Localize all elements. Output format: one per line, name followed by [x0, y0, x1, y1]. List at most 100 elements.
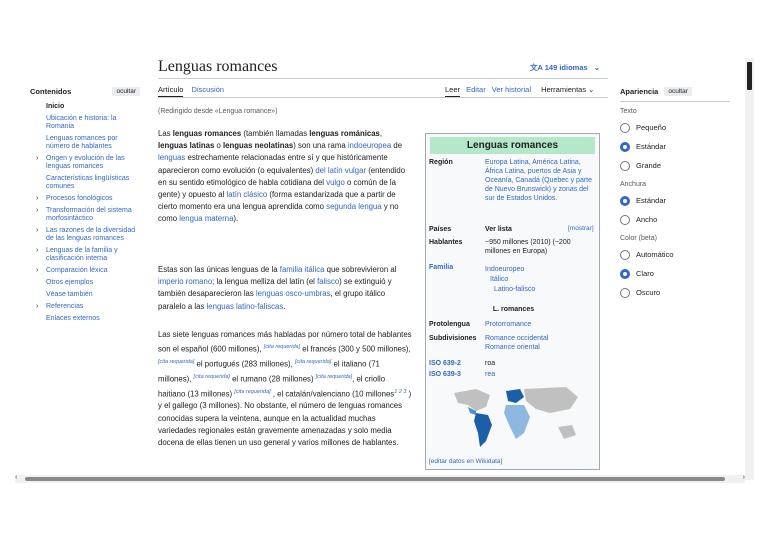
text-size-option-label: Pequeño [636, 123, 667, 132]
paragraph-italic: Estas son las únicas lenguas de la famil… [158, 265, 397, 311]
toc-item[interactable]: › Procesos fonológicos [30, 195, 140, 203]
tools-label: Herramientas [541, 85, 587, 94]
chevron-right-icon[interactable]: › [36, 303, 38, 311]
toc-item[interactable]: Véase también [30, 291, 140, 299]
color-radio[interactable] [620, 249, 630, 260]
chevron-right-icon[interactable]: › [36, 247, 38, 255]
width-option[interactable]: Ancho [620, 210, 730, 229]
tab-talk[interactable]: Discusión [192, 85, 225, 94]
language-button[interactable]: 文A 149 idiomas ⌄ [530, 62, 600, 73]
color-option[interactable]: Claro [620, 264, 730, 283]
scroll-left-icon[interactable]: ‹ [15, 474, 17, 481]
width-option-label: Ancho [636, 215, 658, 224]
infobox: Lenguas romances Región Europa Latina, A… [425, 133, 600, 470]
chevron-right-icon[interactable]: › [36, 195, 38, 203]
scroll-right-icon[interactable]: › [743, 474, 745, 481]
color-option-label: Automático [636, 250, 674, 259]
width-radio[interactable] [620, 214, 630, 225]
subdiv-0[interactable]: Romance occidental [485, 334, 597, 343]
family-2[interactable]: Latino-falisco [494, 285, 606, 294]
infobox-subheader: L. romances [492, 306, 535, 313]
toc-item[interactable]: Características lingüísticas comunes [30, 175, 140, 191]
text-size-option[interactable]: Estándar [620, 137, 730, 156]
tab-article[interactable]: Artículo [158, 85, 184, 97]
color-option[interactable]: Automático [620, 245, 730, 264]
appearance-panel: Apariencia ocultar Texto Pequeño Estándar… [620, 85, 730, 302]
toc-item-label: Otros ejemplos [46, 279, 94, 286]
iso2-label[interactable]: ISO 639-2 [429, 359, 461, 368]
toc-item[interactable]: Otros ejemplos [30, 279, 140, 287]
page-title: Lenguas romances [158, 58, 278, 75]
region-label: Región [429, 159, 453, 166]
toc-item[interactable]: › Las razones de la diversidad de las len… [30, 227, 140, 243]
view-tabs: Leer Editar Ver historial Herramientas ⌄ [441, 85, 594, 97]
tools-menu[interactable]: Herramientas ⌄ [537, 85, 594, 94]
countries-label: Países [429, 226, 452, 233]
world-map-image[interactable] [446, 381, 586, 451]
toc-item[interactable]: › Origen y evolución de las lenguas roman… [30, 155, 140, 171]
color-radio[interactable] [620, 268, 630, 279]
toc-hide-button[interactable]: ocultar [112, 86, 140, 96]
appearance-hide-button[interactable]: ocultar [664, 86, 692, 96]
table-of-contents: Contenidos ocultar Inicio Ubicación e his… [30, 85, 140, 323]
tab-edit[interactable]: Editar [466, 85, 486, 94]
speakers-value: ~950 millones (2010) (~200 millones en E… [485, 239, 571, 255]
paragraph-speakers: Las siete lenguas romances más habladas … [158, 330, 412, 447]
chevron-right-icon[interactable]: › [36, 207, 38, 215]
tabs-divider [158, 97, 608, 98]
text-size-options: Pequeño Estándar Grande [620, 118, 730, 175]
toc-item-label: Transformación del sistema morfosintácti… [46, 207, 132, 222]
edit-wikidata-link[interactable]: [editar datos en Wikidata] [429, 458, 502, 465]
toc-item-label: Las razones de la diversidad de las leng… [46, 227, 136, 242]
text-size-option-label: Estándar [636, 142, 667, 151]
subdiv-1[interactable]: Romance oriental [485, 343, 597, 352]
horizontal-scrollbar-thumb[interactable] [25, 477, 725, 481]
width-option[interactable]: Estándar [620, 191, 730, 210]
family-label[interactable]: Familia [429, 263, 453, 272]
width-radio[interactable] [620, 195, 630, 206]
text-size-option[interactable]: Grande [620, 156, 730, 175]
chevron-right-icon[interactable]: › [36, 267, 38, 275]
tab-history[interactable]: Ver historial [492, 85, 531, 94]
toc-title: Contenidos [30, 86, 72, 96]
color-option-label: Oscuro [636, 288, 661, 297]
text-size-radio[interactable] [620, 160, 630, 171]
chevron-right-icon[interactable]: › [36, 155, 38, 163]
vertical-scrollbar-thumb[interactable] [747, 62, 752, 90]
tab-read[interactable]: Leer [445, 85, 461, 97]
iso3-label[interactable]: ISO 639-3 [429, 370, 461, 379]
toc-item[interactable]: › Comparación léxica [30, 267, 140, 275]
appearance-divider [620, 101, 730, 102]
family-1[interactable]: Itálico [490, 275, 602, 284]
color-option[interactable]: Oscuro [620, 283, 730, 302]
namespace-tabs: Artículo Discusión [158, 85, 230, 97]
toc-item[interactable]: › Lenguas de la familia y clasificación i… [30, 247, 140, 263]
toc-item[interactable]: Inicio [30, 103, 140, 111]
text-size-label: Texto [620, 108, 637, 115]
text-size-radio[interactable] [620, 122, 630, 133]
infobox-title: Lenguas romances [430, 137, 595, 154]
toc-item-label: Lenguas de la familia y clasificación in… [46, 247, 118, 262]
translate-icon: 文A [530, 63, 543, 72]
horizontal-scrollbar[interactable]: ‹ › [15, 474, 745, 483]
toc-item[interactable]: › Referencias [30, 303, 140, 311]
chevron-right-icon[interactable]: › [36, 227, 38, 235]
countries-show-button[interactable]: [mostrar] [568, 225, 594, 232]
text-size-radio[interactable] [620, 141, 630, 152]
proto-value[interactable]: Protorromance [485, 320, 597, 329]
family-0[interactable]: Indoeuropeo [485, 265, 597, 274]
region-value[interactable]: Europa Latina, América Latina, África La… [485, 158, 597, 203]
toc-item[interactable]: Enlaces externos [30, 315, 140, 323]
appearance-title: Apariencia [620, 86, 659, 96]
speakers-label: Hablantes [429, 239, 463, 246]
vertical-scrollbar[interactable] [745, 58, 754, 480]
color-radio[interactable] [620, 287, 630, 298]
toc-item[interactable]: Ubicación e historia: la Romania [30, 115, 140, 131]
iso2-value: roa [485, 360, 496, 367]
toc-item-label: Enlaces externos [46, 315, 100, 322]
toc-item-label: Ubicación e historia: la Romania [46, 115, 117, 130]
text-size-option[interactable]: Pequeño [620, 118, 730, 137]
toc-item[interactable]: › Transformación del sistema morfosintáct… [30, 207, 140, 223]
toc-item[interactable]: Lenguas romances por número de hablantes [30, 135, 140, 151]
iso3-value[interactable]: rea [485, 370, 597, 379]
